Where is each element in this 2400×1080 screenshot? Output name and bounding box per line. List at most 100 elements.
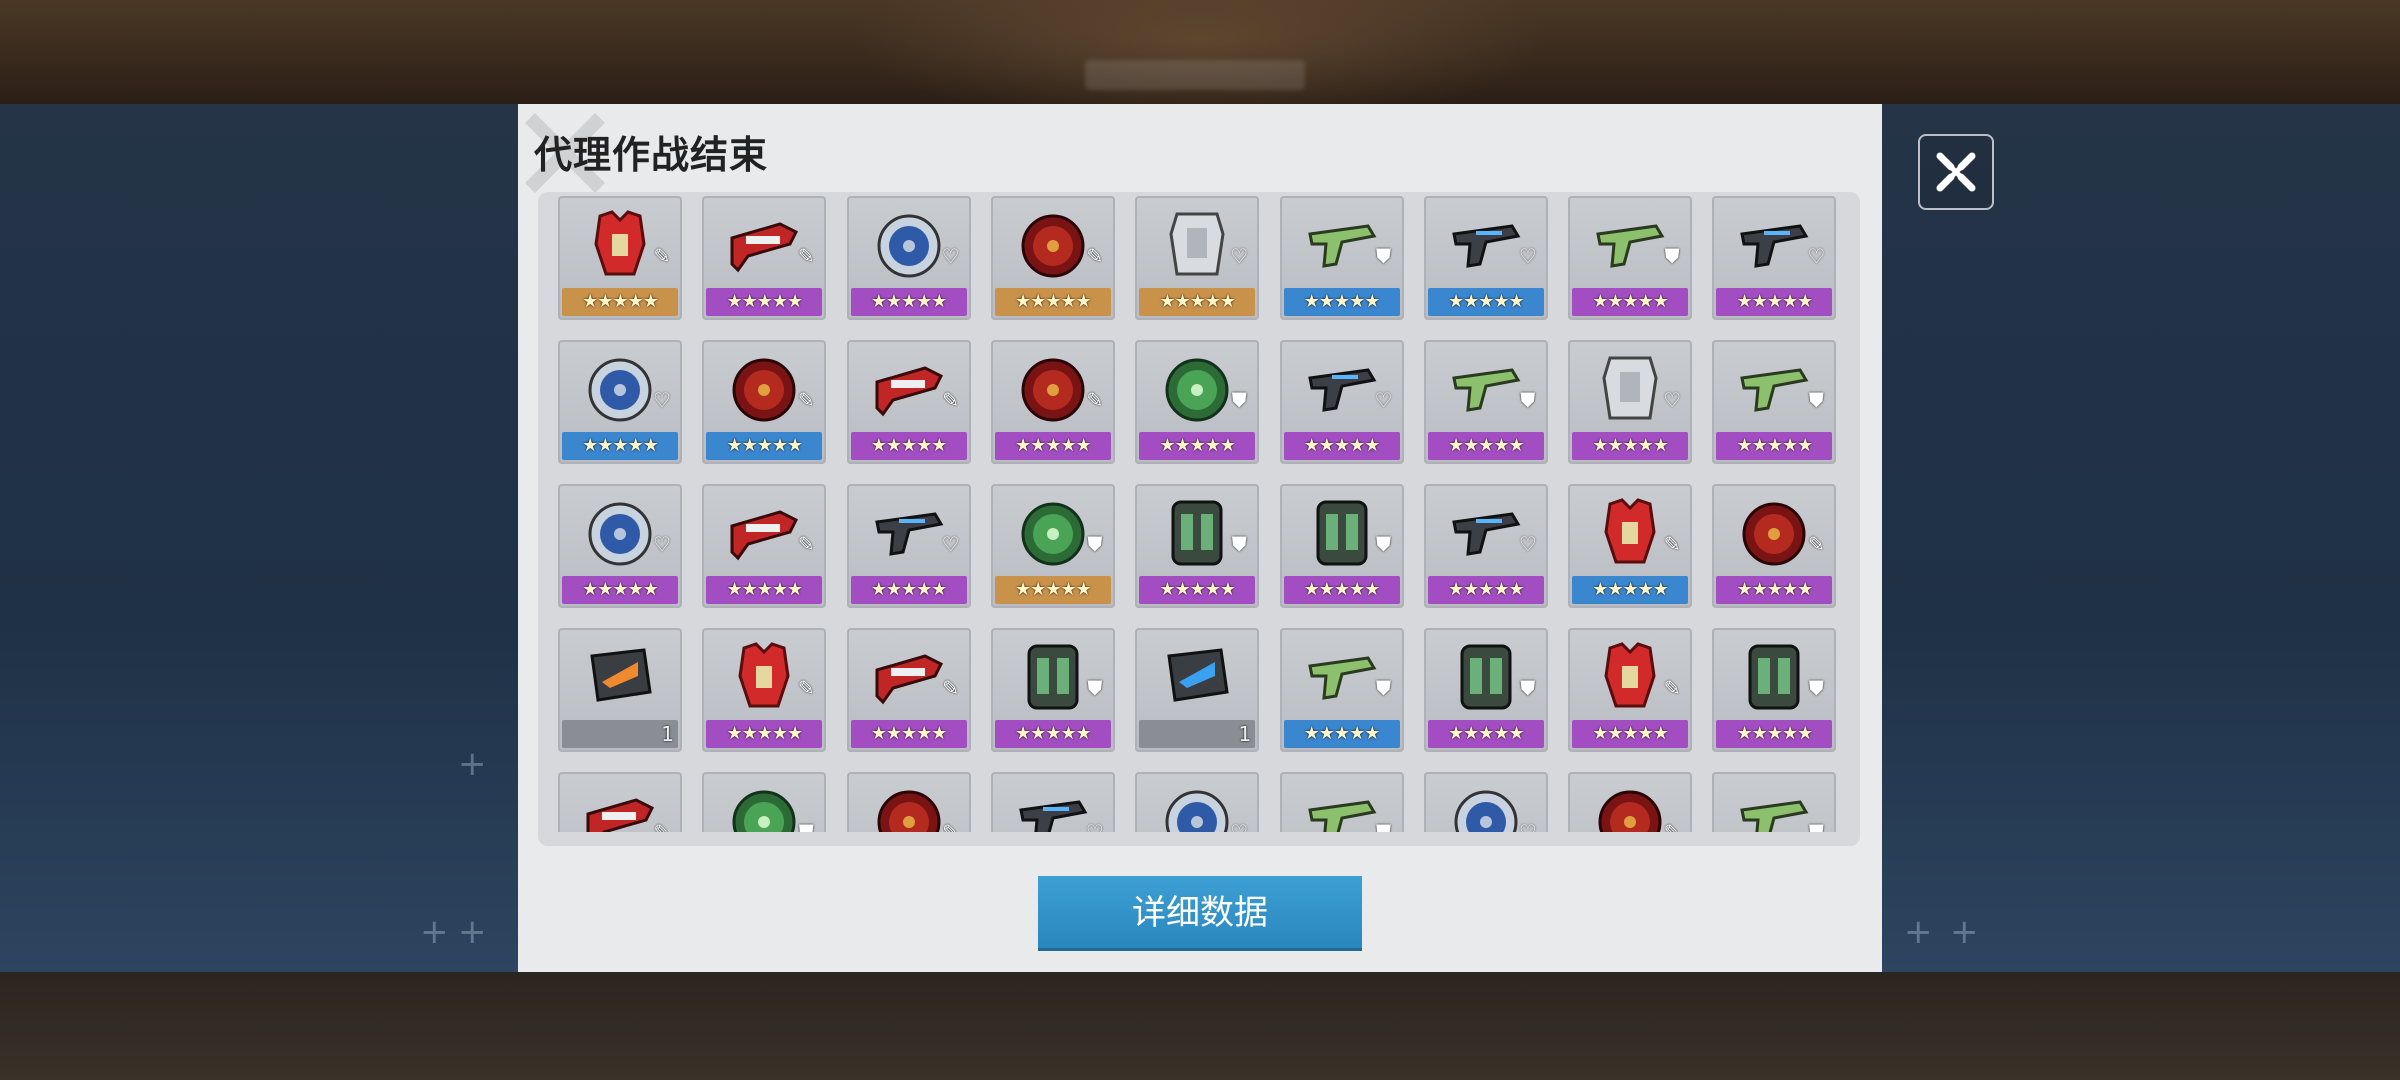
shield-icon: ⛊	[1231, 532, 1247, 556]
heart-icon: ♡	[1518, 244, 1537, 268]
reward-item[interactable]: ⛊ ★★★★★	[1712, 340, 1837, 464]
item-star-rating: ★★★★★	[994, 288, 1111, 316]
item-star-rating: ★★★★★	[850, 576, 967, 604]
green-pistol-icon	[1740, 368, 1809, 412]
heart-icon: ♡	[1807, 244, 1826, 268]
reward-item[interactable]: ♡ ★★★★★	[846, 196, 971, 320]
pencil-icon: ✎	[1663, 532, 1681, 556]
item-star-rating: ★★★★★	[562, 288, 678, 316]
reward-item[interactable]: ⛊ ★★★★★	[990, 628, 1115, 752]
black-pistol-icon	[1307, 368, 1376, 412]
reward-item[interactable]: ♡ ★★★★★	[1712, 196, 1837, 320]
green-vest-icon	[1027, 644, 1079, 710]
reward-item[interactable]: ✎ ★★★★★	[702, 340, 827, 464]
crosshair-deco-icon: +	[420, 912, 449, 952]
green-pistol-icon	[1307, 656, 1376, 700]
reward-item[interactable]: ✎ ★★★★★	[1712, 484, 1837, 608]
grid-scroll-fade	[538, 832, 1860, 846]
crosshair-deco-icon: +	[1904, 912, 1933, 952]
item-star-rating: ★★★★★	[1716, 720, 1833, 748]
close-button[interactable]	[1918, 134, 1994, 210]
item-star-rating: ★★★★★	[1427, 720, 1544, 748]
pencil-icon: ✎	[1086, 244, 1104, 268]
red-disc-icon	[1021, 214, 1085, 278]
reward-item[interactable]: ⛊ ★★★★★	[1279, 196, 1404, 320]
item-star-rating: ★★★★★	[1716, 432, 1833, 460]
heart-icon: ♡	[941, 244, 960, 268]
item-star-rating: ★★★★★	[850, 288, 967, 316]
red-scope-icon	[875, 366, 943, 417]
item-star-rating: ★★★★★	[994, 720, 1111, 748]
shield-icon: ⛊	[1520, 388, 1536, 412]
item-star-rating: ★★★★★	[850, 432, 967, 460]
shield-icon: ⛊	[1087, 676, 1103, 700]
item-star-rating: ★★★★★	[1572, 432, 1689, 460]
reward-item[interactable]: 1	[558, 628, 682, 752]
reward-item[interactable]: ✎ ★★★★★	[990, 196, 1115, 320]
item-star-rating: ★★★★★	[1139, 432, 1256, 460]
dialog-title: 代理作战结束	[534, 132, 769, 177]
crosshair-deco-icon: +	[1950, 912, 1979, 952]
item-star-rating: ★★★★★	[1572, 288, 1689, 316]
reward-item[interactable]: ✎ ★★★★★	[702, 484, 827, 608]
black-pistol-icon	[1452, 224, 1521, 268]
reward-item[interactable]: ♡ ★★★★★	[1135, 196, 1260, 320]
item-star-rating: ★★★★★	[994, 576, 1111, 604]
shield-icon: ⛊	[1520, 676, 1536, 700]
reward-item[interactable]: ♡ ★★★★★	[846, 484, 971, 608]
reward-item[interactable]: ⛊ ★★★★★	[1568, 196, 1693, 320]
detail-data-button[interactable]: 详细数据	[1038, 876, 1362, 948]
heart-icon: ♡	[653, 388, 671, 412]
gray-plate-icon	[1169, 212, 1225, 276]
reward-item[interactable]: ✎ ★★★★★	[702, 196, 827, 320]
reward-item[interactable]: ⛊ ★★★★★	[1135, 340, 1260, 464]
blue-disc-icon	[588, 358, 652, 422]
heart-icon: ♡	[653, 532, 671, 556]
reward-item[interactable]: ✎ ★★★★★	[846, 340, 971, 464]
reward-item[interactable]: ✎ ★★★★★	[846, 628, 971, 752]
item-star-rating: ★★★★★	[1427, 576, 1544, 604]
red-armor-icon	[1604, 498, 1656, 564]
item-star-rating: ★★★★★	[850, 720, 967, 748]
reward-item[interactable]: ⛊ ★★★★★	[1712, 628, 1837, 752]
orange-chip-icon	[590, 648, 652, 702]
reward-item[interactable]: ♡ ★★★★★	[1423, 196, 1548, 320]
shield-icon: ⛊	[1808, 676, 1824, 700]
crosshair-deco-icon: +	[458, 912, 487, 952]
green-pistol-icon	[1452, 368, 1521, 412]
reward-item[interactable]: ⛊ ★★★★★	[1423, 628, 1548, 752]
reward-item[interactable]: ♡ ★★★★★	[1423, 484, 1548, 608]
reward-item[interactable]: ✎ ★★★★★	[1568, 484, 1693, 608]
red-armor-icon	[594, 210, 646, 276]
reward-item[interactable]: ♡ ★★★★★	[1568, 340, 1693, 464]
red-disc-icon	[1021, 358, 1085, 422]
item-star-rating: ★★★★★	[1283, 720, 1400, 748]
reward-grid[interactable]: ✎ ★★★★★ ✎ ★★★★★ ♡ ★★★★★ ✎ ★★★★★ ♡ ★★★★★ ⛊ ★★★★★ ♡ ★★★…	[538, 192, 1860, 846]
reward-item[interactable]: ✎ ★★★★★	[702, 628, 827, 752]
pencil-icon: ✎	[1663, 676, 1681, 700]
reward-item[interactable]: ✎ ★★★★★	[1568, 628, 1693, 752]
reward-item[interactable]: ♡ ★★★★★	[1279, 340, 1404, 464]
reward-item[interactable]: ⛊ ★★★★★	[1423, 340, 1548, 464]
item-star-rating: ★★★★★	[994, 432, 1111, 460]
red-scope-icon	[730, 222, 799, 273]
reward-item[interactable]: ⛊ ★★★★★	[990, 484, 1115, 608]
reward-item[interactable]: ✎ ★★★★★	[558, 196, 682, 320]
reward-item[interactable]: ✎ ★★★★★	[990, 340, 1115, 464]
reward-item[interactable]: ⛊ ★★★★★	[1279, 484, 1404, 608]
item-star-rating: ★★★★★	[1427, 432, 1544, 460]
item-star-rating: ★★★★★	[1139, 576, 1256, 604]
reward-item[interactable]: ⛊ ★★★★★	[1279, 628, 1404, 752]
pencil-icon: ✎	[797, 676, 815, 700]
reward-item[interactable]: ♡ ★★★★★	[558, 484, 682, 608]
background-top	[0, 0, 2400, 104]
item-star-rating: ★★★★★	[1716, 288, 1833, 316]
shield-icon: ⛊	[1664, 244, 1680, 268]
pencil-icon: ✎	[797, 244, 815, 268]
red-disc-icon	[1742, 502, 1806, 566]
red-armor-icon	[738, 642, 790, 708]
item-star-rating: ★★★★★	[706, 432, 823, 460]
reward-item[interactable]: 1	[1135, 628, 1260, 752]
reward-item[interactable]: ♡ ★★★★★	[558, 340, 682, 464]
reward-item[interactable]: ⛊ ★★★★★	[1135, 484, 1260, 608]
